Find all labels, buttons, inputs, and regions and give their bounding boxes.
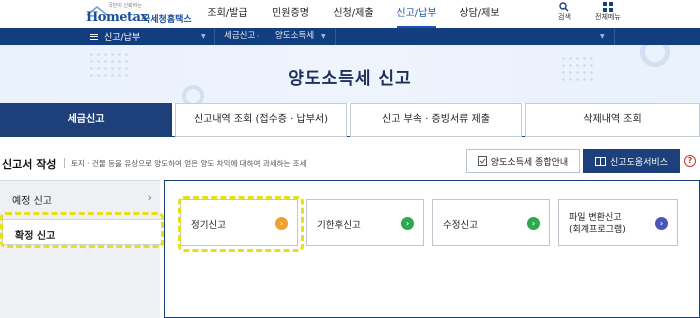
- section-menu-button[interactable]: 신고/납부: [90, 28, 214, 45]
- hamburger-icon: [90, 33, 98, 40]
- card-label: 파일 변환신고 (회계프로그램): [569, 213, 626, 235]
- search-button[interactable]: 검색: [558, 2, 571, 22]
- chevron-right-icon: ›: [147, 191, 152, 204]
- gnb-item-report[interactable]: 신고/납부: [389, 0, 444, 28]
- left-menu-item-scheduled[interactable]: 예정 신고 ›: [0, 185, 160, 211]
- main-tabs: 세금신고 신고내역 조회 (접수증 · 납부서) 신고 부속 · 증빙서류 제출…: [0, 103, 700, 137]
- arrow-right-icon: ›: [527, 217, 540, 230]
- logo-text: Hometax: [86, 10, 148, 25]
- section-menu-label: 신고/납부: [104, 33, 141, 43]
- divider: [614, 28, 615, 45]
- divider: [64, 158, 65, 168]
- card-file-convert-report[interactable]: 파일 변환신고 (회계프로그램) ›: [558, 199, 678, 246]
- left-menu: 예정 신고 › 확정 신고: [0, 180, 167, 318]
- gnb-item-consult[interactable]: 상담/제보: [452, 0, 507, 28]
- gnb-item-apply[interactable]: 신청/제출: [326, 0, 381, 28]
- highlight-box: [0, 212, 164, 248]
- page-banner: 양도소득세 신고: [0, 45, 700, 103]
- caret-right-icon: ›: [257, 33, 260, 40]
- arrow-right-icon: ›: [655, 217, 668, 230]
- guide-button-label: 양도소득세 종합안내: [490, 157, 569, 168]
- top-header: 국민이 신뢰하는 Hometax 국세청홈택스 조회/발급 민원증명 신청/제출…: [0, 0, 700, 28]
- logo-sub: 국세청홈택스: [142, 15, 192, 25]
- card-late-report[interactable]: 기한후신고 ›: [306, 199, 424, 246]
- tab-attachment-submit[interactable]: 신고 부속 · 증빙서류 제출: [350, 103, 522, 137]
- search-label: 검색: [558, 13, 571, 21]
- section-description: 토지 · 건물 등을 유상으로 양도하여 얻은 양도 차익에 대하여 과세하는 …: [71, 159, 307, 168]
- card-label: 기한후신고: [317, 220, 361, 231]
- tab-deleted-history[interactable]: 삭제내역 조회: [525, 103, 700, 137]
- question-icon[interactable]: ?: [684, 155, 696, 167]
- card-label: 수정신고: [443, 220, 478, 231]
- tab-tax-report[interactable]: 세금신고: [0, 103, 172, 137]
- arrow-right-icon: ›: [401, 217, 414, 230]
- help-service-label: 신고도움서비스: [610, 157, 668, 168]
- all-menu-button[interactable]: 전체메뉴: [595, 2, 621, 22]
- global-nav: 조회/발급 민원증명 신청/제출 신고/납부 상담/제보: [200, 0, 507, 28]
- highlight-box: [178, 196, 304, 252]
- help-service-button[interactable]: 신고도움서비스: [583, 149, 680, 173]
- tab-report-history[interactable]: 신고내역 조회 (접수증 · 납부서): [175, 103, 347, 137]
- gnb-item-lookup[interactable]: 조회/발급: [200, 0, 255, 28]
- page-title: 양도소득세 신고: [288, 69, 412, 89]
- all-menu-label: 전체메뉴: [595, 13, 621, 21]
- logo-tagline: 국민이 신뢰하는: [108, 3, 142, 9]
- breadcrumb-tax-report[interactable]: 세금신고: [224, 28, 255, 45]
- guide-button[interactable]: 양도소득세 종합안내: [466, 149, 580, 173]
- card-amended-report[interactable]: 수정신고 ›: [432, 199, 550, 246]
- caret-down-icon[interactable]: ▼: [321, 33, 326, 40]
- breadcrumb-transfer-tax[interactable]: 양도소득세: [275, 28, 314, 45]
- section-title: 신고서 작성: [2, 158, 57, 171]
- document-icon: [477, 156, 487, 166]
- search-icon: [559, 2, 569, 12]
- caret-down-icon[interactable]: ▼: [600, 33, 605, 40]
- gnb-item-civil[interactable]: 민원증명: [263, 0, 318, 28]
- hometax-logo[interactable]: 국민이 신뢰하는 Hometax 국세청홈택스: [86, 2, 196, 26]
- book-icon: [595, 156, 607, 166]
- divider: [335, 28, 336, 45]
- caret-down-icon[interactable]: ▼: [201, 33, 206, 40]
- grid-menu-icon: [602, 2, 613, 12]
- divider: [214, 28, 215, 45]
- left-menu-label: 예정 신고: [12, 196, 52, 207]
- location-bar: 신고/납부 ▼ 세금신고 › 양도소득세 ▼ ▼: [0, 28, 700, 45]
